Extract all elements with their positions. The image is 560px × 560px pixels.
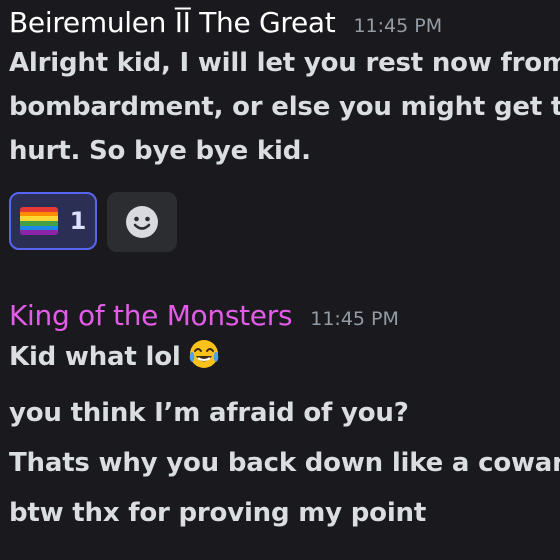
message: Beiremulen ĪĪ The Great 11:45 PM Alright… bbox=[9, 6, 560, 173]
message-body: Kid what lol you think I’m afraid of you… bbox=[9, 332, 560, 538]
message-timestamp[interactable]: 11:45 PM bbox=[310, 308, 399, 330]
message-line: btw thx for proving my point bbox=[9, 498, 427, 528]
message-body: Alright kid, I will let you rest now fro… bbox=[9, 41, 560, 173]
smiley-add-reaction-icon bbox=[126, 206, 158, 238]
message-line: you think I’m afraid of you? bbox=[9, 398, 409, 428]
message-header: King of the Monsters 11:45 PM bbox=[9, 299, 560, 332]
face-with-tears-of-joy-icon bbox=[187, 337, 221, 388]
reaction-bar: 1 bbox=[9, 192, 177, 252]
message: King of the Monsters 11:45 PM Kid what l… bbox=[9, 299, 560, 538]
reaction-rainbow-flag[interactable]: 1 bbox=[9, 192, 97, 250]
message-line: Kid what lol bbox=[9, 332, 560, 388]
reaction-count: 1 bbox=[69, 207, 87, 235]
message-header: Beiremulen ĪĪ The Great 11:45 PM bbox=[9, 6, 560, 39]
message-timestamp[interactable]: 11:45 PM bbox=[353, 15, 442, 37]
author-name[interactable]: King of the Monsters bbox=[9, 299, 293, 332]
add-reaction-button[interactable] bbox=[107, 192, 177, 252]
message-line: bombardment, or else you might get to bbox=[9, 92, 560, 122]
message-line-text: Kid what lol bbox=[9, 342, 181, 372]
message-line: Thats why you back down like a coward bbox=[9, 448, 560, 478]
message-line: Alright kid, I will let you rest now fro… bbox=[9, 48, 560, 78]
rainbow-flag-icon bbox=[19, 207, 58, 235]
message-line: hurt. So bye bye kid. bbox=[9, 136, 311, 166]
author-name[interactable]: Beiremulen ĪĪ The Great bbox=[9, 6, 336, 39]
